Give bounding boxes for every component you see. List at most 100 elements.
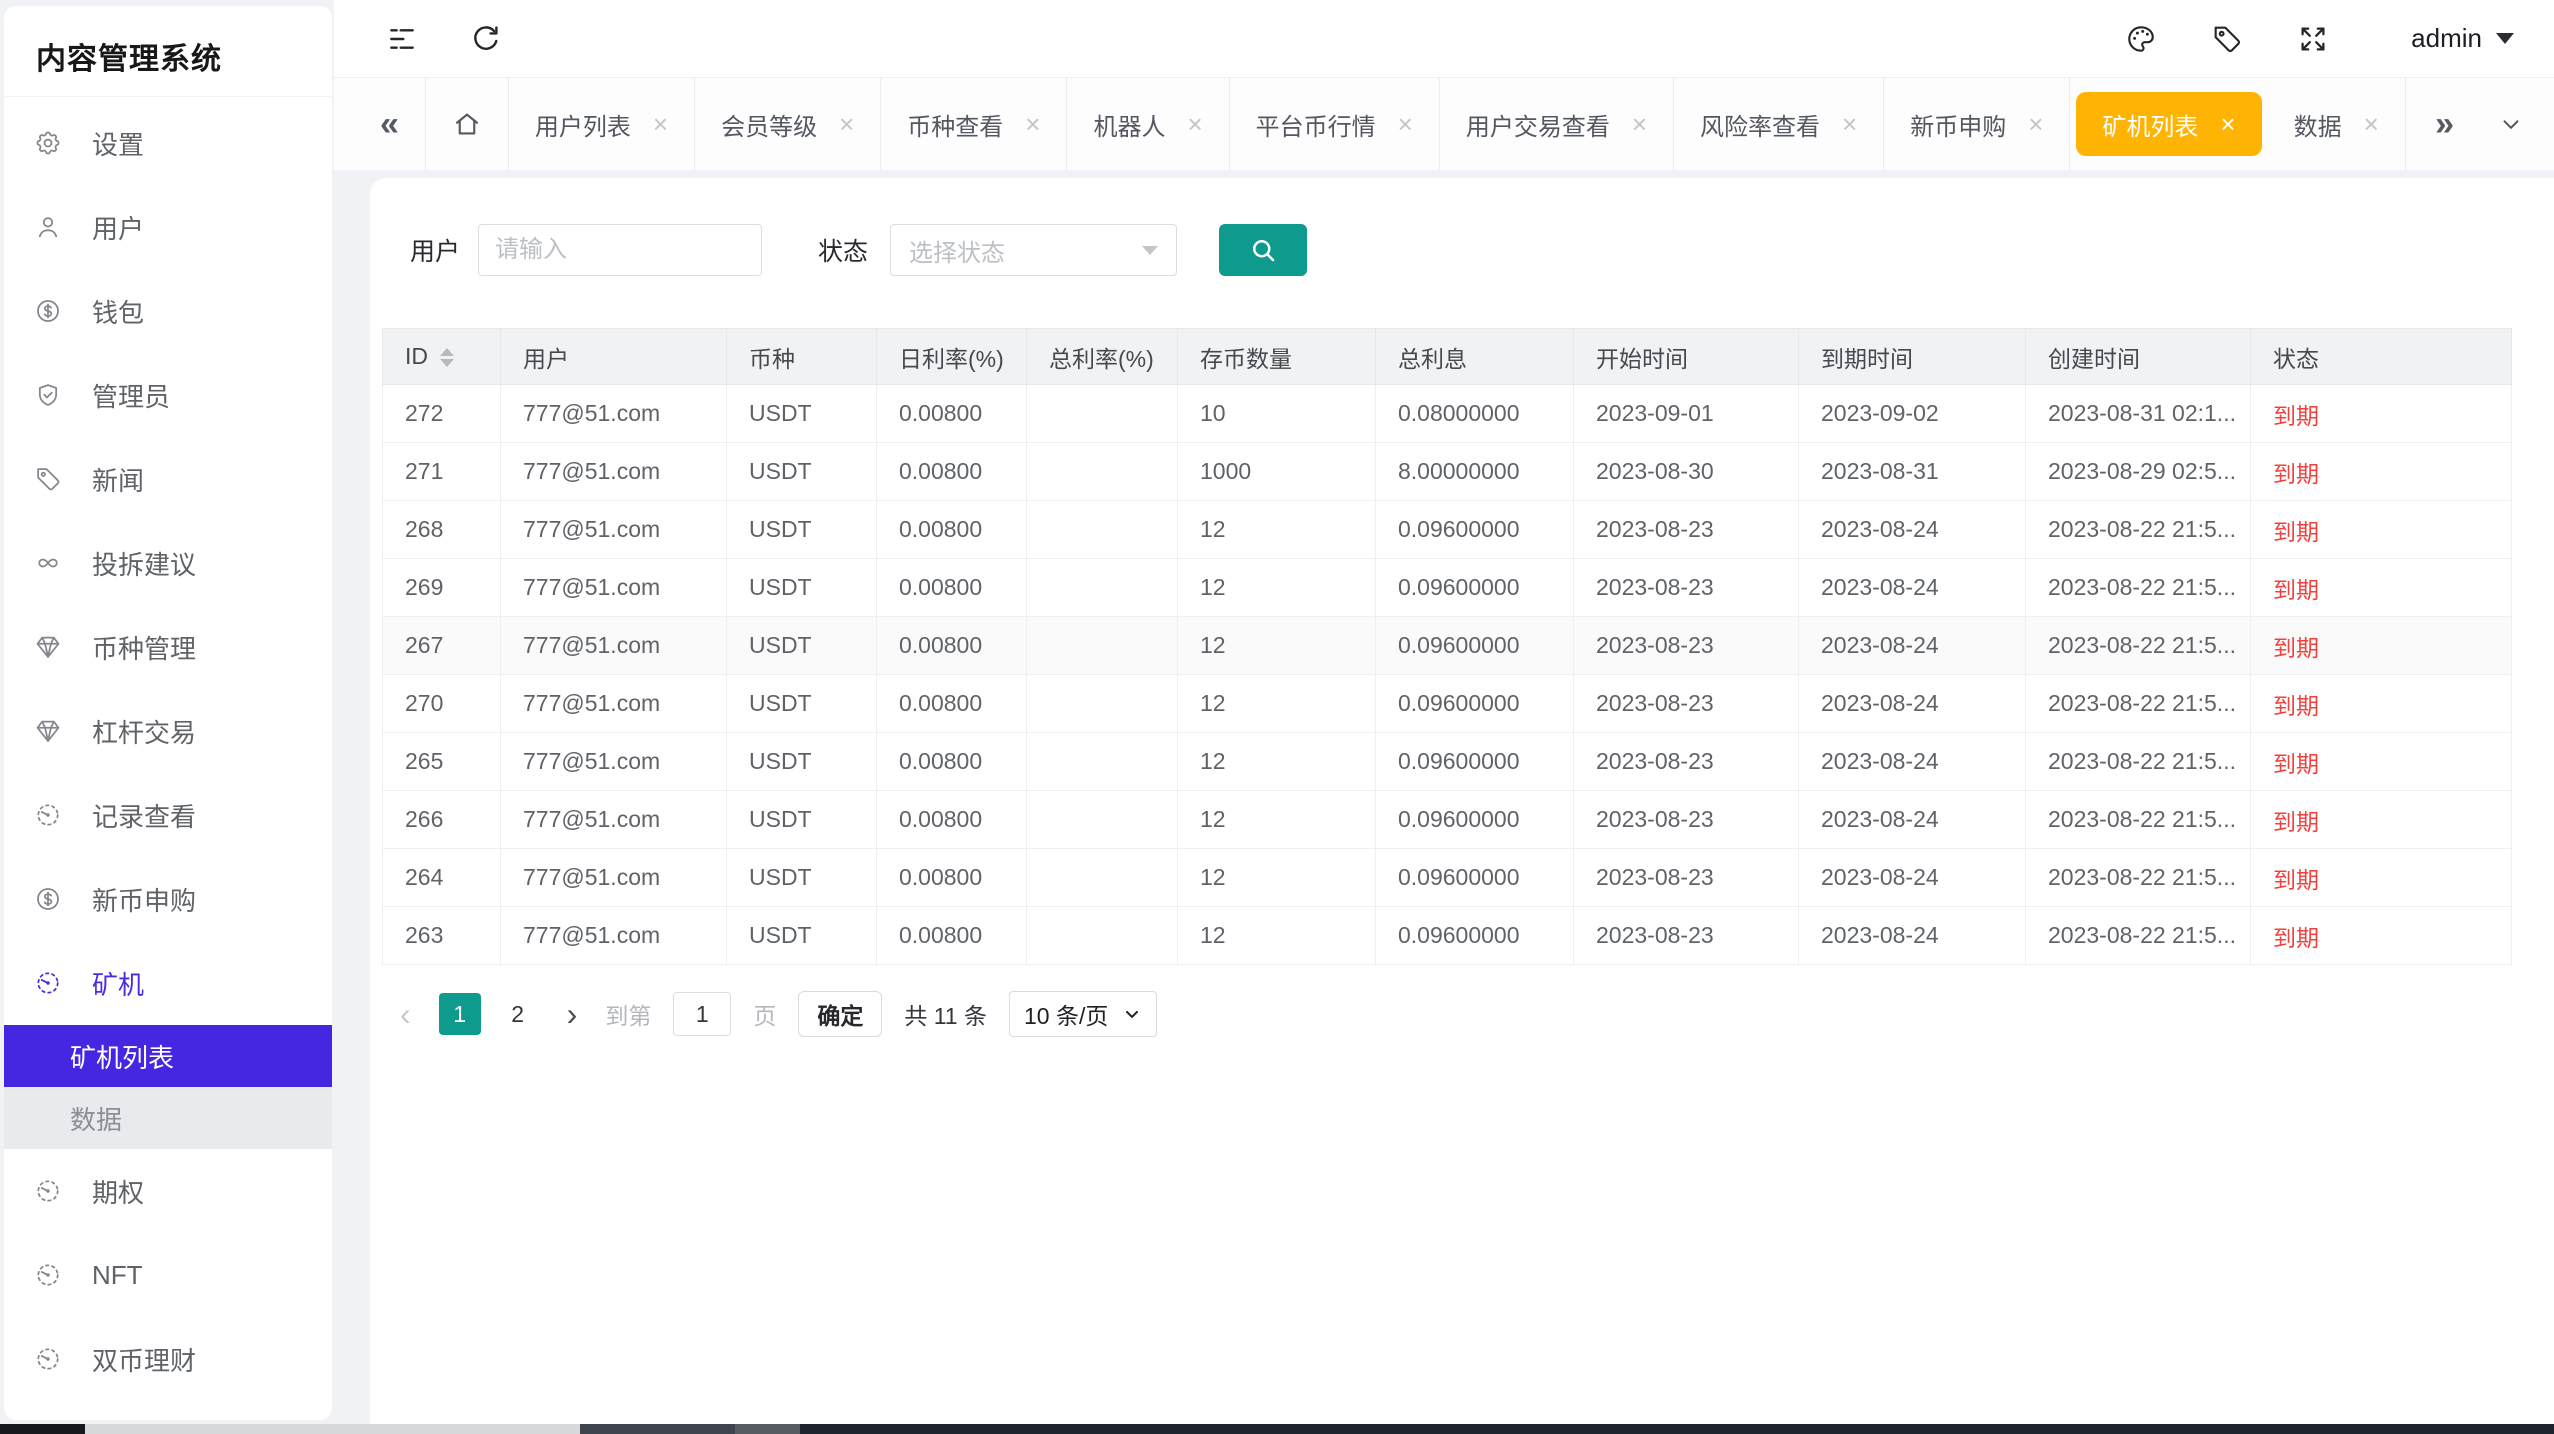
tabs-dropdown-icon[interactable]	[2498, 111, 2524, 137]
tab-机器人[interactable]: 机器人 ×	[1067, 78, 1229, 170]
sidebar-item-钱包[interactable]: 钱包	[4, 269, 332, 353]
home-icon	[452, 109, 482, 139]
bottom-taskbar	[0, 1424, 2554, 1434]
table-cell: 2023-08-24	[1799, 501, 2026, 559]
table-cell: 2023-08-23	[1574, 849, 1799, 907]
tab-平台币行情[interactable]: 平台币行情 ×	[1230, 78, 1440, 170]
tab-close-icon[interactable]: ×	[1025, 111, 1040, 137]
sidebar-item-双币理财[interactable]: 双币理财	[4, 1317, 332, 1401]
tab-close-icon[interactable]: ×	[839, 111, 854, 137]
page-size-select[interactable]: 10 条/页	[1009, 991, 1157, 1037]
status-select-placeholder: 选择状态	[909, 233, 1005, 268]
next-page-icon[interactable]: ›	[561, 996, 584, 1033]
sidebar-subitem-数据[interactable]: 数据	[4, 1087, 332, 1149]
table-cell: 2023-08-29 02:5...	[2026, 443, 2251, 501]
sidebar-item-管理员[interactable]: 管理员	[4, 353, 332, 437]
tab-用户列表[interactable]: 用户列表 ×	[509, 78, 695, 170]
table-cell: 12	[1178, 849, 1376, 907]
table-cell	[1027, 443, 1178, 501]
table-cell: 0.00800	[877, 791, 1027, 849]
sidebar-item-label: NFT	[92, 1260, 143, 1291]
tabs-collapse-button[interactable]: «	[354, 78, 426, 170]
user-menu[interactable]: admin	[2411, 23, 2514, 54]
tab-close-icon[interactable]: ×	[2028, 111, 2043, 137]
sidebar-item-NFT[interactable]: NFT	[4, 1233, 332, 1317]
sort-toggle-icon[interactable]	[440, 348, 454, 367]
double-chevron-left-icon: «	[380, 105, 399, 144]
column-header-ID: ID	[383, 329, 501, 385]
table-cell: 264	[383, 849, 501, 907]
sidebar-submenu: 矿机列表数据	[4, 1025, 332, 1149]
goto-confirm-button[interactable]: 确定	[798, 991, 882, 1037]
table-cell: 0.09600000	[1376, 849, 1574, 907]
tab-新币申购[interactable]: 新币申购 ×	[1884, 78, 2070, 170]
home-tab[interactable]	[426, 78, 509, 170]
sidebar-item-币种管理[interactable]: 币种管理	[4, 605, 332, 689]
table-cell: USDT	[727, 501, 877, 559]
link-icon	[34, 549, 62, 577]
tab-close-icon[interactable]: ×	[653, 111, 668, 137]
refresh-icon[interactable]	[470, 23, 502, 55]
search-button[interactable]	[1219, 224, 1307, 276]
column-header-总利息: 总利息	[1376, 329, 1574, 385]
sidebar-item-用户[interactable]: 用户	[4, 185, 332, 269]
table-cell: 2023-08-23	[1574, 501, 1799, 559]
sidebar-item-设置[interactable]: 设置	[4, 101, 332, 185]
table-cell: USDT	[727, 617, 877, 675]
app-title: 内容管理系统	[4, 6, 332, 97]
tab-close-icon[interactable]: ×	[1398, 111, 1413, 137]
gear-icon	[34, 129, 62, 157]
tab-风险率查看[interactable]: 风险率查看 ×	[1674, 78, 1884, 170]
table-cell: 777@51.com	[501, 791, 727, 849]
status-filter-select[interactable]: 选择状态	[890, 224, 1177, 276]
page-button-2[interactable]: 2	[497, 993, 539, 1035]
table-cell: 2023-08-22 21:5...	[2026, 733, 2251, 791]
sidebar-item-矿机[interactable]: 矿机	[4, 941, 332, 1025]
table-cell: 2023-08-24	[1799, 617, 2026, 675]
tab-矿机列表[interactable]: 矿机列表 ×	[2076, 92, 2261, 156]
horizontal-scrollbar-track[interactable]	[85, 1424, 580, 1434]
sidebar-item-label: 设置	[92, 125, 144, 162]
menu-fold-icon[interactable]	[386, 23, 418, 55]
sidebar-item-label: 杠杆交易	[92, 713, 196, 750]
goto-page-input[interactable]	[673, 992, 731, 1036]
sidebar-item-新币申购[interactable]: 新币申购	[4, 857, 332, 941]
tab-币种查看[interactable]: 币种查看 ×	[881, 78, 1067, 170]
sidebar-item-记录查看[interactable]: 记录查看	[4, 773, 332, 857]
table-cell: 8.00000000	[1376, 443, 1574, 501]
sidebar-item-杠杆交易[interactable]: 杠杆交易	[4, 689, 332, 773]
table-cell: 2023-08-24	[1799, 849, 2026, 907]
table-cell	[1027, 849, 1178, 907]
sidebar-item-label: 记录查看	[92, 797, 196, 834]
table-row-265: 265777@51.comUSDT0.00800120.096000002023…	[383, 733, 2512, 791]
chevron-down-icon	[2496, 33, 2514, 44]
sidebar-item-投拆建议[interactable]: 投拆建议	[4, 521, 332, 605]
sidebar-subitem-矿机列表[interactable]: 矿机列表	[4, 1025, 332, 1087]
tab-close-icon[interactable]: ×	[2220, 111, 2235, 137]
prev-page-icon[interactable]: ‹	[394, 996, 417, 1033]
theme-palette-icon[interactable]	[2125, 23, 2157, 55]
tab-会员等级[interactable]: 会员等级 ×	[695, 78, 881, 170]
tab-close-icon[interactable]: ×	[2364, 111, 2379, 137]
tab-数据[interactable]: 数据 ×	[2268, 78, 2406, 170]
fullscreen-icon[interactable]	[2297, 23, 2329, 55]
table-header-row: ID用户币种日利率(%)总利率(%)存币数量总利息开始时间到期时间创建时间状态	[383, 329, 2512, 385]
tab-用户交易查看[interactable]: 用户交易查看 ×	[1440, 78, 1674, 170]
table-cell: 777@51.com	[501, 617, 727, 675]
page-button-1[interactable]: 1	[439, 993, 481, 1035]
table-cell: USDT	[727, 443, 877, 501]
tab-close-icon[interactable]: ×	[1632, 111, 1647, 137]
status-badge: 到期	[2251, 617, 2512, 675]
sidebar-item-期权[interactable]: 期权	[4, 1149, 332, 1233]
sidebar-item-新闻[interactable]: 新闻	[4, 437, 332, 521]
tab-close-icon[interactable]: ×	[1187, 111, 1202, 137]
double-chevron-right-icon[interactable]: »	[2435, 105, 2454, 144]
user-filter-input[interactable]	[478, 224, 762, 276]
table-cell: USDT	[727, 559, 877, 617]
tab-close-icon[interactable]: ×	[1842, 111, 1857, 137]
tag-icon[interactable]	[2211, 23, 2243, 55]
app-window: 内容管理系统 设置 用户 钱包 管理员 新闻 投拆建议 币种管理 杠杆交易 记录…	[0, 0, 2554, 1434]
table-cell: 2023-08-22 21:5...	[2026, 501, 2251, 559]
sidebar-item-站内信[interactable]: 站内信	[4, 1401, 332, 1420]
content-area: 用户 状态 选择状态 ID用户币种日利率(%)总利率(%)存币数量总利	[334, 170, 2554, 1434]
